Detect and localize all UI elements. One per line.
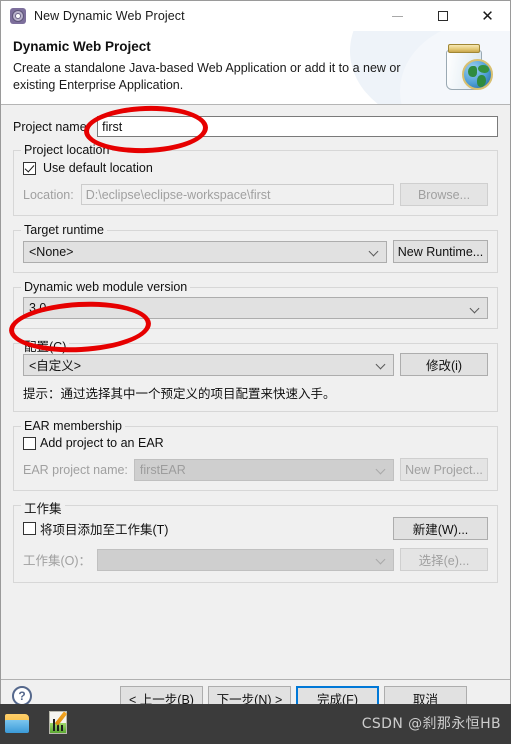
ear-membership-group-title: EAR membership [21, 419, 125, 433]
configuration-group-title: 配置(C) [21, 336, 70, 355]
new-dynamic-web-project-dialog: New Dynamic Web Project ✕ Dynamic Web Pr… [0, 0, 511, 716]
module-version-combo[interactable]: 3.0 [23, 297, 488, 319]
page-title: Dynamic Web Project [13, 39, 151, 54]
project-name-input[interactable]: first [97, 116, 498, 137]
ear-membership-group: EAR membership Add project to an EAR EAR… [13, 419, 498, 491]
taskbar: CSDN @刹那永恒HB [0, 704, 511, 744]
module-version-value: 3.0 [29, 301, 47, 315]
chevron-down-icon [370, 247, 379, 256]
minimize-button[interactable] [375, 1, 420, 31]
add-project-to-working-set-label: 将项目添加至工作集(T) [40, 523, 169, 537]
jar-globe-icon [437, 35, 499, 97]
new-runtime-button[interactable]: New Runtime... [393, 240, 488, 263]
chevron-down-icon [377, 465, 386, 474]
chevron-down-icon [377, 555, 386, 564]
add-project-to-working-set-checkbox[interactable] [23, 522, 36, 535]
modify-configuration-button[interactable]: 修改(i) [400, 353, 488, 376]
add-to-working-set-row: 将项目添加至工作集(T) 新建(W)... [23, 517, 488, 540]
wizard-body: Project name: first Project location Use… [1, 105, 510, 679]
title-bar: New Dynamic Web Project ✕ [1, 1, 510, 31]
target-runtime-group-title: Target runtime [21, 223, 107, 237]
project-name-label: Project name: [13, 119, 91, 134]
project-location-group: Project location Use default location Lo… [13, 143, 498, 216]
window-title: New Dynamic Web Project [34, 9, 185, 23]
maximize-button[interactable] [420, 1, 465, 31]
browse-button: Browse... [400, 183, 488, 206]
ear-project-name-value: firstEAR [139, 462, 186, 477]
window-controls: ✕ [375, 1, 510, 31]
location-row: Location: D:\eclipse\eclipse-workspace\f… [23, 183, 488, 206]
working-set-label: 工作集(O)： [23, 554, 92, 568]
chevron-down-icon [377, 360, 386, 369]
close-icon: ✕ [481, 6, 494, 25]
target-runtime-group: Target runtime <None> New Runtime... [13, 223, 498, 273]
working-set-group-title: 工作集 [21, 498, 65, 517]
select-working-set-button: 选择(e)... [400, 548, 488, 571]
target-runtime-row: <None> New Runtime... [23, 240, 488, 263]
close-button[interactable]: ✕ [465, 1, 510, 31]
working-set-row: 工作集(O)： 选择(e)... [23, 548, 488, 571]
working-set-group: 工作集 将项目添加至工作集(T) 新建(W)... 工作集(O)： 选择(e).… [13, 498, 498, 583]
working-set-combo [97, 548, 394, 571]
watermark-text: CSDN @刹那永恒HB [361, 716, 501, 732]
configuration-value: <自定义> [29, 359, 82, 373]
file-explorer-icon[interactable] [4, 712, 30, 736]
wizard-header: Dynamic Web Project Create a standalone … [1, 31, 510, 105]
page-description: Create a standalone Java-based Web Appli… [13, 61, 401, 92]
configuration-combo[interactable]: <自定义> [23, 353, 394, 376]
ear-project-name-row: EAR project name: firstEAR New Project..… [23, 458, 488, 481]
location-label: Location: [23, 187, 74, 202]
module-version-group: Dynamic web module version 3.0 [13, 280, 498, 329]
new-working-set-button[interactable]: 新建(W)... [393, 517, 488, 540]
add-to-ear-row[interactable]: Add project to an EAR [23, 436, 488, 450]
configuration-group: 配置(C) <自定义> 修改(i) 提示：通过选择其中一个预定义的项目配置来快速… [13, 336, 498, 412]
add-project-to-ear-label: Add project to an EAR [40, 436, 164, 450]
location-input: D:\eclipse\eclipse-workspace\first [80, 184, 394, 205]
add-project-to-ear-checkbox[interactable] [23, 436, 36, 450]
use-default-location-row[interactable]: Use default location [23, 161, 488, 175]
help-icon[interactable]: ? [12, 686, 32, 706]
wizard-window-icon [10, 8, 26, 24]
use-default-location-label: Use default location [43, 161, 153, 175]
configuration-hint: 提示：通过选择其中一个预定义的项目配置来快速入手。 [23, 387, 336, 401]
chevron-down-icon [471, 304, 480, 313]
target-runtime-value: <None> [29, 244, 74, 259]
new-ear-project-button: New Project... [400, 458, 488, 481]
module-version-group-title: Dynamic web module version [21, 280, 191, 294]
target-runtime-combo[interactable]: <None> [23, 240, 387, 263]
project-location-group-title: Project location [21, 143, 113, 157]
ear-project-name-combo: firstEAR [133, 458, 394, 481]
use-default-location-checkbox[interactable] [23, 161, 36, 175]
notepad-icon[interactable] [47, 711, 71, 737]
ear-project-name-label: EAR project name: [23, 462, 128, 477]
screen: New Dynamic Web Project ✕ Dynamic Web Pr… [0, 0, 511, 744]
configuration-row: <自定义> 修改(i) [23, 353, 488, 376]
project-name-row: Project name: first [13, 116, 498, 137]
